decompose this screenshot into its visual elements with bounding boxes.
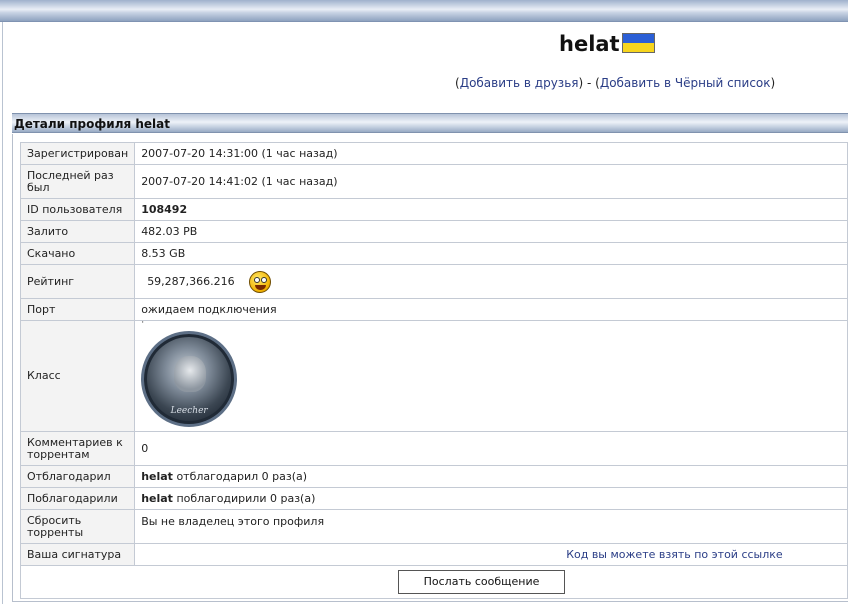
frame-border: [2, 22, 3, 604]
row-rating: Рейтинг 59,287,366.216: [19, 264, 848, 299]
row-label: Класс: [19, 320, 136, 432]
add-friend-link[interactable]: Добавить в друзья: [460, 76, 579, 90]
last-seen-value: 2007-07-20 14:41:02 (1 час назад): [134, 164, 848, 199]
downloaded-value: 8.53 GB: [134, 242, 848, 265]
profile-details-header: Детали профиля helat: [12, 113, 848, 133]
signature-code-link[interactable]: Код вы можете взять по этой ссылке: [566, 548, 782, 561]
flag-blue-stripe: [623, 34, 654, 43]
signature-cell: Код вы можете взять по этой ссылке: [134, 543, 848, 566]
thanked-by-user: helat: [141, 492, 173, 505]
row-label: Залито: [19, 220, 136, 243]
uploaded-value: 482.03 PB: [134, 220, 848, 243]
rating-value: 59,287,366.216: [141, 271, 241, 292]
row-label: Комментариев к торрентам: [19, 431, 136, 466]
reset-torrents-value: Вы не владелец этого профиля: [134, 509, 848, 544]
profile-header: helat: [0, 28, 848, 62]
row-torrent-comments: Комментариев к торрентам 0: [19, 431, 848, 466]
row-reset-torrents: Сбросить торренты Вы не владелец этого п…: [19, 509, 848, 544]
class-marker: ·: [141, 318, 145, 328]
thanked-user: helat: [141, 470, 173, 483]
row-registered: Зарегистрирован 2007-07-20 14:31:00 (1 ч…: [19, 142, 848, 165]
row-thanked: Отблагодарил helat отблагодарил 0 раз(а): [19, 465, 848, 488]
class-image-caption: Leecher: [170, 406, 208, 416]
row-actions: Послать сообщение: [20, 565, 848, 599]
profile-username: helat: [559, 32, 620, 56]
row-label: ID пользователя: [19, 198, 136, 221]
send-message-button[interactable]: Послать сообщение: [398, 570, 565, 594]
class-cell: · Leecher: [134, 318, 848, 432]
class-leecher-image: Leecher: [141, 331, 238, 427]
row-signature: Ваша сигнатура Код вы можете взять по эт…: [19, 543, 848, 566]
top-header-bar: [0, 0, 848, 22]
row-label: Последней раз был: [19, 164, 136, 199]
add-blacklist-link[interactable]: Добавить в Чёрный список: [600, 76, 771, 90]
actions-cell: Послать сообщение: [20, 565, 848, 599]
row-label: Зарегистрирован: [19, 142, 136, 165]
row-last-seen: Последней раз был 2007-07-20 14:41:02 (1…: [19, 164, 848, 199]
thanked-by-cell: helat поблагодирили 0 раз(а): [134, 487, 848, 510]
profile-actions-links: (Добавить в друзья) - (Добавить в Чёрный…: [455, 76, 775, 90]
row-label: Сбросить торренты: [19, 509, 136, 544]
creature-face: [174, 356, 207, 392]
thanked-cell: helat отблагодарил 0 раз(а): [134, 465, 848, 488]
rating-cell: 59,287,366.216: [134, 264, 848, 299]
ukraine-flag-icon: [622, 33, 655, 53]
port-status-value: ожидаем подключения: [134, 298, 848, 321]
row-thanked-by: Поблагодарили helat поблагодирили 0 раз(…: [19, 487, 848, 510]
grinning-smiley-icon: [248, 270, 271, 293]
row-label: Скачано: [19, 242, 136, 265]
row-downloaded: Скачано 8.53 GB: [19, 242, 848, 265]
row-class: Класс · Leecher: [19, 318, 848, 432]
row-label: Поблагодарили: [19, 487, 136, 510]
registered-value: 2007-07-20 14:31:00 (1 час назад): [134, 142, 848, 165]
user-id-value: 108492: [134, 198, 848, 221]
row-port: Порт ожидаем подключения: [19, 298, 848, 321]
profile-details-table: Зарегистрирован 2007-07-20 14:31:00 (1 ч…: [19, 142, 848, 599]
links-separator: ) - (: [578, 76, 600, 90]
row-label: Порт: [19, 298, 136, 321]
torrent-comments-value: 0: [134, 431, 848, 466]
thanked-value: отблагодарил 0 раз(а): [176, 470, 308, 483]
links-suffix: ): [770, 76, 776, 90]
thanked-by-value: поблагодирили 0 раз(а): [176, 492, 316, 505]
row-label: Рейтинг: [19, 264, 136, 299]
section-title: Детали профиля helat: [14, 117, 170, 131]
row-label: Отблагодарил: [19, 465, 136, 488]
row-uploaded: Залито 482.03 PB: [19, 220, 848, 243]
row-label: Ваша сигнатура: [19, 543, 136, 566]
row-user-id: ID пользователя 108492: [19, 198, 848, 221]
flag-yellow-stripe: [623, 43, 654, 52]
